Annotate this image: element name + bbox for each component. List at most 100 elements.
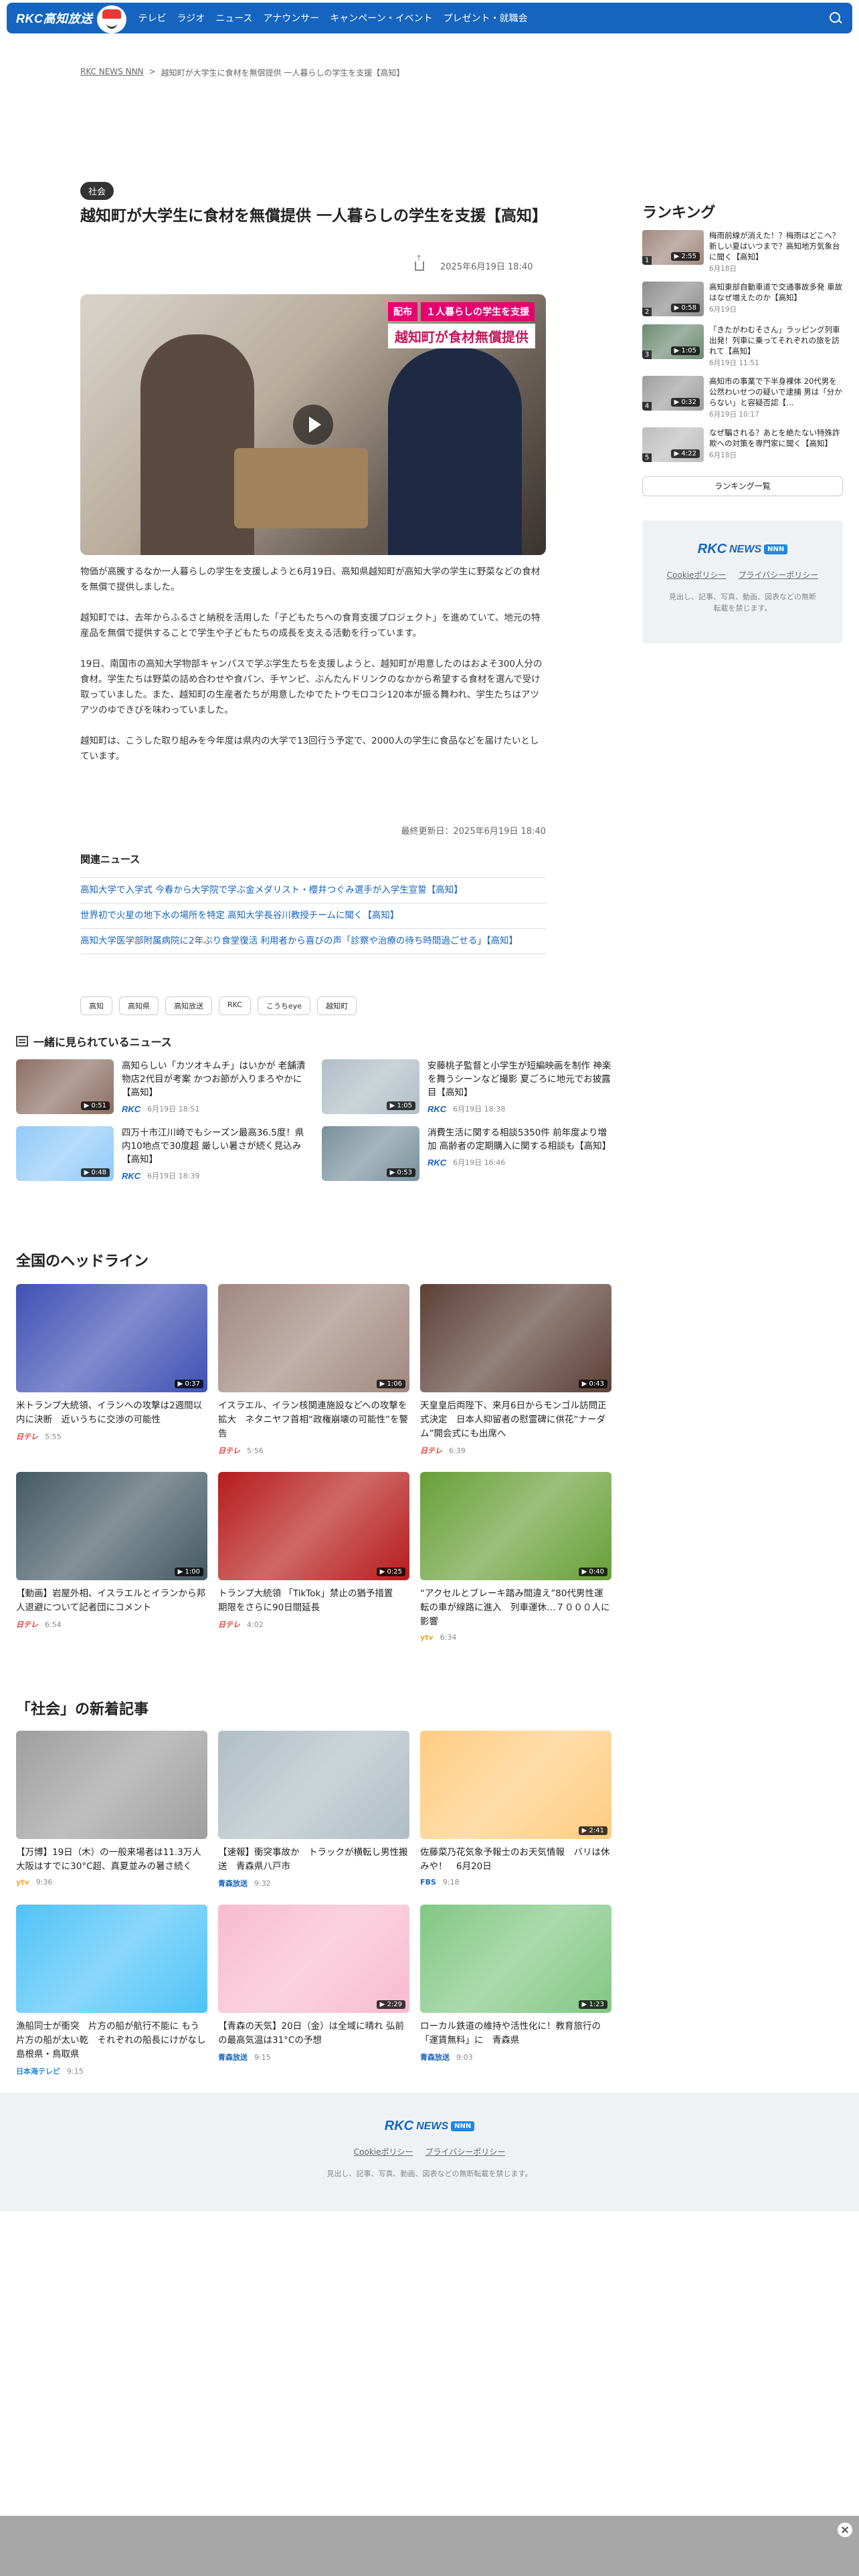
ranking-item[interactable]: ▶ 1:05 3 「きたがわむそさん」ラッピング列車出発！列車に乗ってそれぞれの旅を…: [642, 324, 843, 368]
nav-campaign[interactable]: キャンペーン・イベント: [330, 11, 432, 25]
national-card-title[interactable]: トランプ大統領 「TikTok」禁止の猶予措置 期限をさらに90日間延長: [218, 1587, 409, 1615]
ranking-thumbnail[interactable]: ▶ 0:32 4: [642, 376, 704, 411]
national-thumbnail[interactable]: ▶ 1:06: [218, 1284, 409, 1392]
article-video[interactable]: 配布 １人暮らしの学生を支援 越知町が食材無償提供: [80, 294, 546, 555]
national-thumbnail[interactable]: ▶ 0:43: [420, 1284, 611, 1392]
close-icon[interactable]: [838, 2523, 852, 2537]
national-thumbnail[interactable]: ▶ 1:00: [16, 1472, 207, 1580]
society-card-title[interactable]: 漁船同士が衝突 片方の船が航行不能に もう片方の船が太い乾 それぞれの船長にけが…: [16, 2020, 215, 2062]
national-card-title[interactable]: イスラエル、イラン核関連施設などへの攻撃を拡大 ネタニヤフ首相“政権崩壊の可能性…: [218, 1399, 409, 1441]
video-duration: ▶ 0:51: [80, 1101, 110, 1110]
article-title: 越知町が大学生に食材を無償提供 一人暮らしの学生を支援【高知】: [80, 207, 548, 225]
also-read-item-title[interactable]: 四万十市江川崎でもシーズン最高36.5度！県内10地点で30度超 厳しい暑さが続…: [122, 1126, 306, 1166]
also-read-item-title[interactable]: 高知らしい「カツオキムチ」はいかが 老舗漬物店2代目が考案 かつお節が入りまろや…: [122, 1059, 306, 1099]
ranking-more-button[interactable]: ランキング一覧: [642, 476, 843, 496]
footer-cookie-link[interactable]: Cookieポリシー: [354, 2146, 413, 2157]
also-read-thumbnail[interactable]: ▶ 0:51: [16, 1059, 114, 1114]
tag-chip[interactable]: RKC: [219, 996, 251, 1015]
search-icon[interactable]: [828, 11, 843, 25]
ranking-thumbnail[interactable]: ▶ 0:58 2: [642, 282, 704, 316]
society-card[interactable]: 【速報】衝突事故か トラックが横転し男性搬送 青森県八戸市 青森放送 9:32: [218, 1731, 409, 1889]
national-card-title[interactable]: 米トランプ大統領、イランへの攻撃は2週間以内に決断 近いうちに交渉の可能性: [16, 1399, 207, 1427]
play-icon[interactable]: [293, 405, 333, 445]
national-card[interactable]: ▶ 0:25 トランプ大統領 「TikTok」禁止の猶予措置 期限をさらに90日間…: [218, 1472, 409, 1642]
related-link[interactable]: 高知大学医学部附属病院に2年ぶり食堂復活 利用者から喜びの声「診察や治療の待ち時…: [80, 928, 546, 954]
also-read-item-title[interactable]: 消費生活に関する相談5350件 前年度より増加 高齢者の定期購入に関する相談も【…: [427, 1126, 611, 1153]
ranking-item-title[interactable]: 高知東部自動車道で交通事故多発 車故はなぜ増えたのか【高知】: [709, 282, 843, 303]
ranking-item[interactable]: ▶ 0:32 4 高知市の事業で下半身裸体 20代男を公然わいせつの疑いで逮捕 男は…: [642, 376, 843, 419]
tag-chip[interactable]: 高知県: [119, 996, 159, 1015]
related-link[interactable]: 世界初で火星の地下水の場所を特定 高知大学長谷川教授チームに聞く【高知】: [80, 903, 546, 928]
category-badge[interactable]: 社会: [80, 182, 114, 200]
also-read-item[interactable]: ▶ 0:53 消費生活に関する相談5350件 前年度より増加 高齢者の定期購入に関…: [322, 1126, 611, 1181]
cookie-policy-link[interactable]: Cookieポリシー: [667, 569, 727, 580]
national-card[interactable]: ▶ 0:37 米トランプ大統領、イランへの攻撃は2週間以内に決断 近いうちに交渉の…: [16, 1284, 207, 1456]
nav-news[interactable]: ニュース: [215, 11, 252, 25]
ranking-item-title[interactable]: なぜ騙される？あとを絶たない特殊詐欺への対策を専門家に聞く【高知】: [709, 427, 843, 449]
footer-privacy-link[interactable]: プライバシーポリシー: [425, 2146, 505, 2157]
national-thumbnail[interactable]: ▶ 0:25: [218, 1472, 409, 1580]
nav-tv[interactable]: テレビ: [138, 11, 167, 25]
national-thumbnail[interactable]: ▶ 0:37: [16, 1284, 207, 1392]
national-card[interactable]: ▶ 1:06 イスラエル、イラン核関連施設などへの攻撃を拡大 ネタニヤフ首相“政権…: [218, 1284, 409, 1456]
also-read-item[interactable]: ▶ 0:48 四万十市江川崎でもシーズン最高36.5度！県内10地点で30度超 厳…: [16, 1126, 306, 1181]
also-read-item-title[interactable]: 安藤桃子監督と小学生が短編映画を制作 神楽を舞うシーンなど撮影 夏ごろに地元でお…: [427, 1059, 611, 1099]
also-read-item[interactable]: ▶ 1:05 安藤桃子監督と小学生が短編映画を制作 神楽を舞うシーンなど撮影 夏ご…: [322, 1059, 611, 1114]
share-icon[interactable]: [415, 253, 424, 271]
society-thumbnail[interactable]: [218, 1731, 409, 1839]
also-read-thumbnail[interactable]: ▶ 0:48: [16, 1126, 114, 1181]
society-thumbnail[interactable]: ▶ 2:41: [420, 1731, 611, 1839]
ranking-item-title[interactable]: 「きたがわむそさん」ラッピング列車出発！列車に乗ってそれぞれの旅を訪れて【高知】: [709, 324, 843, 356]
nav-present[interactable]: プレゼント・就職会: [444, 11, 528, 25]
society-card-title[interactable]: ローカル鉄道の維持や活性化に！教育旅行の「運賃無料」に 青森県: [420, 2020, 611, 2048]
ranking-item-date: 6月19日: [709, 306, 737, 314]
society-card-title[interactable]: 【万博】19日（木）の一般来場者は11.3万人 大阪はすでに30°C超、真夏並み…: [16, 1846, 210, 1874]
society-card[interactable]: ▶ 1:23 ローカル鉄道の維持や活性化に！教育旅行の「運賃無料」に 青森県 青森放…: [420, 1905, 611, 2076]
national-card-title[interactable]: 天皇皇后両陛下、来月6日からモンゴル訪問正式決定 日本人抑留者の慰霊碑に供花“ナ…: [420, 1399, 611, 1441]
national-card[interactable]: ▶ 0:43 天皇皇后両陛下、来月6日からモンゴル訪問正式決定 日本人抑留者の慰霊…: [420, 1284, 611, 1456]
national-thumbnail[interactable]: ▶ 0:40: [420, 1472, 611, 1580]
national-card[interactable]: ▶ 1:00 【動画】岩屋外相、イスラエルとイランから邦人退避について記者団にコメ…: [16, 1472, 207, 1642]
video-basket: [234, 448, 368, 528]
ranking-thumbnail[interactable]: ▶ 2:55 1: [642, 230, 704, 265]
also-read-thumbnail[interactable]: ▶ 0:53: [322, 1126, 419, 1181]
national-card[interactable]: ▶ 0:40 “アクセルとブレーキ踏み間違え”80代男性運転の車が線路に進入 列車…: [420, 1472, 611, 1642]
society-card-title[interactable]: 【速報】衝突事故か トラックが横転し男性搬送 青森県八戸市: [218, 1846, 409, 1874]
also-read-thumbnail[interactable]: ▶ 1:05: [322, 1059, 419, 1114]
tag-chip[interactable]: 高知: [80, 996, 112, 1015]
society-thumbnail[interactable]: ▶ 1:23: [420, 1905, 611, 2013]
national-grid: ▶ 0:37 米トランプ大統領、イランへの攻撃は2週間以内に決断 近いうちに交渉の…: [16, 1284, 611, 1642]
nav-radio[interactable]: ラジオ: [177, 11, 205, 25]
tag-chip[interactable]: 越知町: [316, 996, 357, 1015]
also-read-item[interactable]: ▶ 0:51 高知らしい「カツオキムチ」はいかが 老舗漬物店2代目が考案 かつお節…: [16, 1059, 306, 1114]
national-card-title[interactable]: 【動画】岩屋外相、イスラエルとイランから邦人退避について記者団にコメント: [16, 1587, 207, 1615]
society-thumbnail[interactable]: ▶ 2:29: [218, 1905, 409, 2013]
society-card[interactable]: 漁船同士が衝突 片方の船が航行不能に もう片方の船が太い乾 それぞれの船長にけが…: [16, 1905, 215, 2076]
tag-chip[interactable]: 高知放送: [165, 996, 212, 1015]
society-card[interactable]: ▶ 2:41 佐藤菜乃花気象予報士のお天気情報 バリは休みや！ 6月20日 FBS 9…: [420, 1731, 611, 1889]
ranking-item-title[interactable]: 梅雨前線が消えた！？梅雨はどこへ？新しい夏はいつまで？高知地方気象台に聞く【高知…: [709, 230, 843, 262]
ranking-item[interactable]: ▶ 4:22 5 なぜ騙される？あとを絶たない特殊詐欺への対策を専門家に聞く【高知】…: [642, 427, 843, 462]
item-time: 6:34: [440, 1633, 457, 1642]
ranking-thumbnail[interactable]: ▶ 4:22 5: [642, 427, 704, 462]
breadcrumb-home[interactable]: RKC NEWS NNN: [80, 67, 144, 78]
tag-chip[interactable]: こうちeye: [257, 996, 310, 1015]
rank-number: 2: [642, 308, 652, 316]
also-read-meta: RKC 6月19日 18:39: [122, 1170, 306, 1181]
nav-announcer[interactable]: アナウンサー: [264, 11, 320, 25]
source-label: 日テレ: [16, 1432, 38, 1441]
society-card[interactable]: ▶ 2:29 【青森の天気】20日（金）は全域に晴れ 弘前の最高気温は31°Cの予…: [218, 1905, 409, 2076]
society-thumbnail[interactable]: [16, 1731, 207, 1839]
ranking-thumbnail[interactable]: ▶ 1:05 3: [642, 324, 704, 359]
site-logo[interactable]: RKC高知放送: [16, 3, 126, 33]
society-thumbnail[interactable]: [16, 1905, 207, 2013]
ranking-item-title[interactable]: 高知市の事業で下半身裸体 20代男を公然わいせつの疑いで逮捕 男は「分からない」…: [709, 376, 843, 408]
privacy-policy-link[interactable]: プライバシーポリシー: [738, 569, 818, 580]
ranking-item[interactable]: ▶ 0:58 2 高知東部自動車道で交通事故多発 車故はなぜ増えたのか【高知】 6月1…: [642, 282, 843, 316]
national-card-title[interactable]: “アクセルとブレーキ踏み間違え”80代男性運転の車が線路に進入 列車運休…７００…: [420, 1587, 611, 1629]
ranking-item[interactable]: ▶ 2:55 1 梅雨前線が消えた！？梅雨はどこへ？新しい夏はいつまで？高知地方気象…: [642, 230, 843, 274]
society-card-title[interactable]: 【青森の天気】20日（金）は全域に晴れ 弘前の最高気温は31°Cの予想: [218, 2020, 409, 2048]
related-link[interactable]: 高知大学で入学式 今春から大学院で学ぶ金メダリスト・櫻井つぐみ選手が入学生宣誓【…: [80, 877, 546, 903]
society-card-title[interactable]: 佐藤菜乃花気象予報士のお天気情報 バリは休みや！ 6月20日: [420, 1846, 611, 1874]
society-card[interactable]: 【万博】19日（木）の一般来場者は11.3万人 大阪はすでに30°C超、真夏並み…: [16, 1731, 210, 1889]
